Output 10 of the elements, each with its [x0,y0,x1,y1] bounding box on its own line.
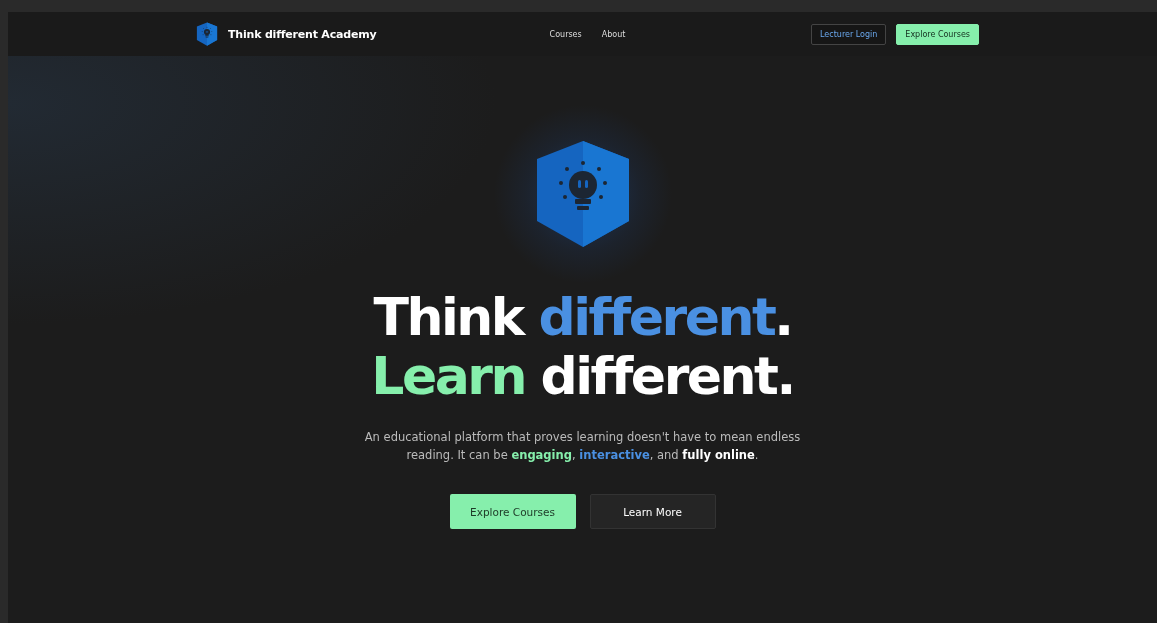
hero-headline: Think different. Learn different. [371,288,794,406]
lightbulb-shield-logo-icon [196,21,218,47]
explore-button[interactable]: Explore Courses [449,494,576,529]
hero-description: An educational platform that proves learning doesn't have to mean endless reading. It can be engaging, interactive, and fully online. [363,429,802,464]
login-button[interactable]: Lecturer Login [811,23,887,45]
learn-more-button[interactable]: Learn More [589,494,716,529]
explore-button[interactable]: Explore Courses [896,23,979,45]
brand-name: Think different Academy [228,27,377,41]
nav-link[interactable]: About [601,29,626,39]
nav-link[interactable]: Courses [549,29,582,39]
